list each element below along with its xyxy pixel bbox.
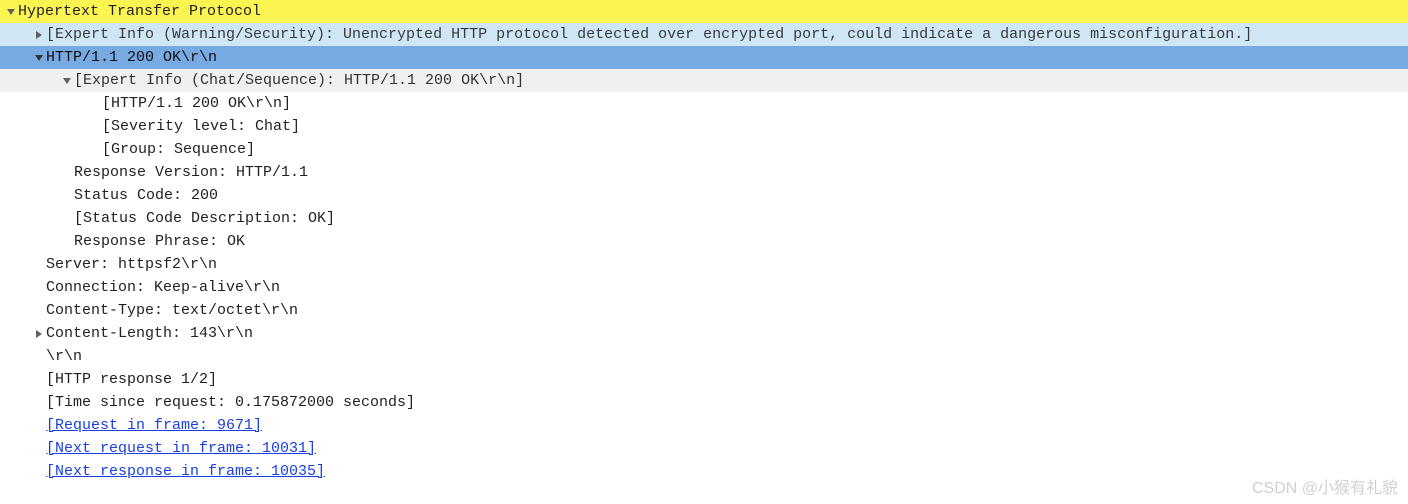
tree-label: [HTTP/1.1 200 OK\r\n] bbox=[102, 92, 291, 115]
tree-row-server[interactable]: Server: httpsf2\r\n bbox=[0, 253, 1408, 276]
tree-label: Server: httpsf2\r\n bbox=[46, 253, 217, 276]
tree-label: Hypertext Transfer Protocol bbox=[18, 0, 261, 23]
tree-row-expert-chat[interactable]: [Expert Info (Chat/Sequence): HTTP/1.1 2… bbox=[0, 69, 1408, 92]
tree-label: Content-Length: 143\r\n bbox=[46, 322, 253, 345]
tree-row-http-response[interactable]: [HTTP response 1/2] bbox=[0, 368, 1408, 391]
expand-toggle-icon[interactable] bbox=[4, 5, 18, 19]
tree-label: [Time since request: 0.175872000 seconds… bbox=[46, 391, 415, 414]
expand-toggle-icon[interactable] bbox=[32, 327, 46, 341]
tree-row-connection[interactable]: Connection: Keep-alive\r\n bbox=[0, 276, 1408, 299]
tree-label: Connection: Keep-alive\r\n bbox=[46, 276, 280, 299]
tree-label: Content-Type: text/octet\r\n bbox=[46, 299, 298, 322]
expand-toggle-icon[interactable] bbox=[32, 51, 46, 65]
tree-row-crlf[interactable]: \r\n bbox=[0, 345, 1408, 368]
tree-row-expert-chat-detail[interactable]: [HTTP/1.1 200 OK\r\n] bbox=[0, 92, 1408, 115]
expand-toggle-icon[interactable] bbox=[32, 28, 46, 42]
tree-row-status-code-desc[interactable]: [Status Code Description: OK] bbox=[0, 207, 1408, 230]
tree-row-status-code[interactable]: Status Code: 200 bbox=[0, 184, 1408, 207]
tree-label: Response Version: HTTP/1.1 bbox=[74, 161, 308, 184]
tree-label: Status Code: 200 bbox=[74, 184, 218, 207]
tree-label: [Severity level: Chat] bbox=[102, 115, 300, 138]
expand-toggle-icon[interactable] bbox=[60, 74, 74, 88]
tree-label: [Expert Info (Warning/Security): Unencry… bbox=[46, 23, 1252, 46]
tree-label: [Expert Info (Chat/Sequence): HTTP/1.1 2… bbox=[74, 69, 524, 92]
tree-row-request-frame-link[interactable]: [Request in frame: 9671] bbox=[0, 414, 1408, 437]
tree-row-expert-chat-group[interactable]: [Group: Sequence] bbox=[0, 138, 1408, 161]
tree-row-response-version[interactable]: Response Version: HTTP/1.1 bbox=[0, 161, 1408, 184]
tree-row-http-root[interactable]: Hypertext Transfer Protocol bbox=[0, 0, 1408, 23]
tree-label: [Request in frame: 9671] bbox=[46, 414, 262, 437]
tree-row-content-type[interactable]: Content-Type: text/octet\r\n bbox=[0, 299, 1408, 322]
tree-label: \r\n bbox=[46, 345, 82, 368]
tree-label: [Group: Sequence] bbox=[102, 138, 255, 161]
tree-label: HTTP/1.1 200 OK\r\n bbox=[46, 46, 217, 69]
tree-label: Response Phrase: OK bbox=[74, 230, 245, 253]
tree-row-next-request-frame-link[interactable]: [Next request in frame: 10031] bbox=[0, 437, 1408, 460]
packet-details-tree: Hypertext Transfer Protocol [Expert Info… bbox=[0, 0, 1408, 483]
tree-row-expert-warning[interactable]: [Expert Info (Warning/Security): Unencry… bbox=[0, 23, 1408, 46]
tree-row-content-length[interactable]: Content-Length: 143\r\n bbox=[0, 322, 1408, 345]
tree-label: [Status Code Description: OK] bbox=[74, 207, 335, 230]
tree-row-time-since[interactable]: [Time since request: 0.175872000 seconds… bbox=[0, 391, 1408, 414]
tree-row-response-phrase[interactable]: Response Phrase: OK bbox=[0, 230, 1408, 253]
tree-label: [Next request in frame: 10031] bbox=[46, 437, 316, 460]
tree-label: [Next response in frame: 10035] bbox=[46, 460, 325, 483]
tree-row-status-line[interactable]: HTTP/1.1 200 OK\r\n bbox=[0, 46, 1408, 69]
tree-row-expert-chat-severity[interactable]: [Severity level: Chat] bbox=[0, 115, 1408, 138]
tree-label: [HTTP response 1/2] bbox=[46, 368, 217, 391]
tree-row-next-response-frame-link[interactable]: [Next response in frame: 10035] bbox=[0, 460, 1408, 483]
